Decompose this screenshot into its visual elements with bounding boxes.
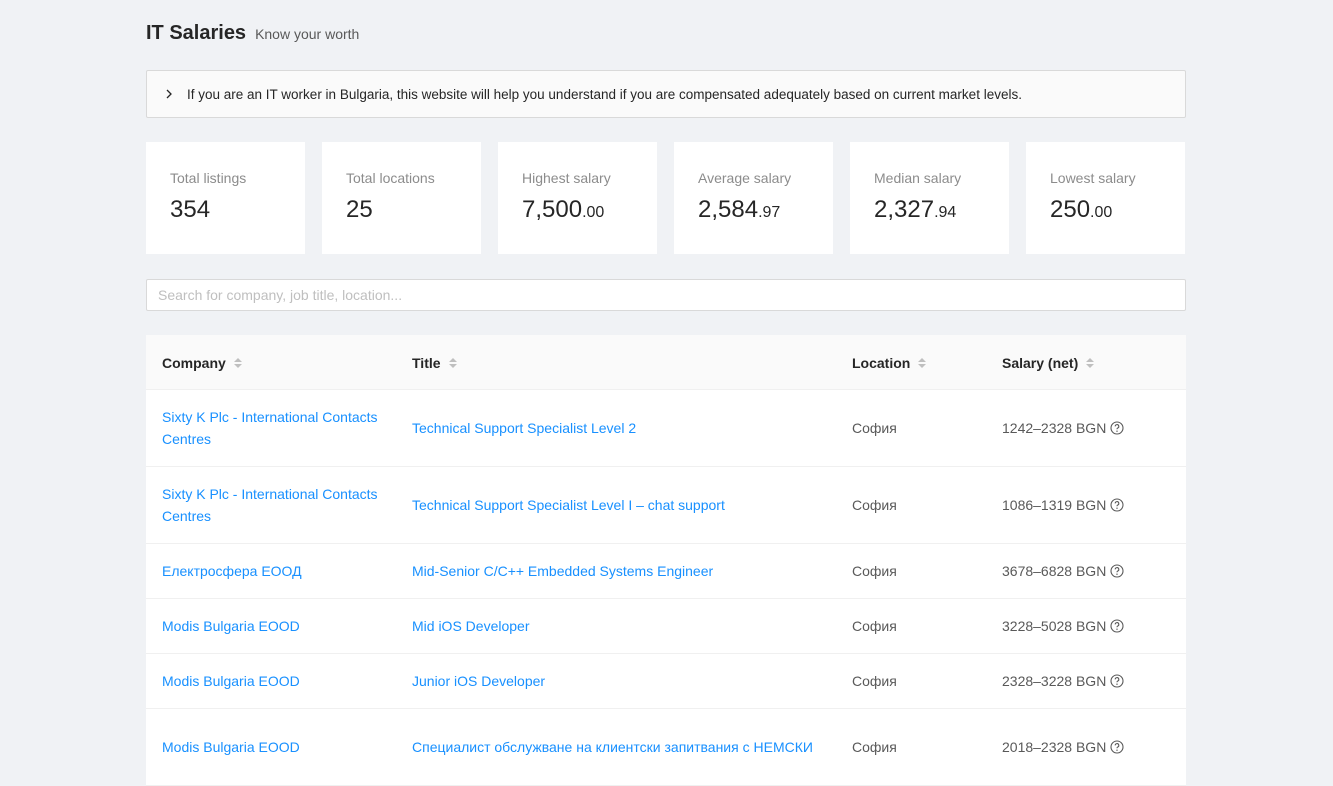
company-link[interactable]: Modis Bulgaria EOOD [162,736,300,758]
stat-label: Highest salary [522,170,611,186]
stat-value: 2,584.97 [698,196,781,223]
stat-value: 250.00 [1050,196,1113,223]
table-row: Sixty K Plc - International Contacts Cen… [146,390,1186,467]
question-circle-icon[interactable] [1110,674,1124,688]
column-header-salary[interactable]: Salary (net) [1002,335,1172,390]
table-row: Modis Bulgaria EOOD Специалист обслужван… [146,709,1186,786]
job-title-link[interactable]: Junior iOS Developer [412,670,545,692]
stat-label: Total listings [170,170,247,186]
salary-cell: 3228–5028 BGN [1002,599,1172,653]
stat-card-highest-salary: Highest salary 7,500.00 [498,142,657,254]
stat-label: Lowest salary [1050,170,1136,186]
stat-card-median-salary: Median salary 2,327.94 [850,142,1009,254]
stat-value: 2,327.94 [874,196,957,223]
info-text: If you are an IT worker in Bulgaria, thi… [187,86,1022,102]
location-cell: София [852,497,897,513]
sort-icon [1086,357,1095,368]
company-link[interactable]: Sixty K Plc - International Contacts Cen… [162,406,392,450]
column-header-title[interactable]: Title [412,335,832,390]
company-link[interactable]: Електросфера ЕООД [162,560,302,582]
job-title-link[interactable]: Mid iOS Developer [412,615,530,637]
sort-icon [233,357,242,368]
table-row: Sixty K Plc - International Contacts Cen… [146,467,1186,544]
search-input[interactable] [146,279,1186,311]
job-title-link[interactable]: Mid-Senior C/C++ Embedded Systems Engine… [412,560,713,582]
column-header-location[interactable]: Location [852,335,982,390]
table-row: Modis Bulgaria EOOD Junior iOS Developer… [146,654,1186,709]
location-cell: София [852,420,897,436]
salary-cell: 1242–2328 BGN [1002,390,1172,466]
table-row: Modis Bulgaria EOOD Mid iOS Developer Со… [146,599,1186,654]
salary-cell: 2328–3228 BGN [1002,654,1172,708]
job-title-link[interactable]: Technical Support Specialist Level I – c… [412,494,725,516]
stat-label: Median salary [874,170,962,186]
company-link[interactable]: Sixty K Plc - International Contacts Cen… [162,483,392,527]
stat-card-total-listings: Total listings 354 [146,142,305,254]
location-cell: София [852,739,897,755]
stat-card-lowest-salary: Lowest salary 250.00 [1026,142,1185,254]
sort-icon [918,357,927,368]
page-header: IT Salaries Know your worth [146,22,359,45]
stat-card-total-locations: Total locations 25 [322,142,481,254]
chevron-right-icon [163,88,175,100]
location-cell: София [852,618,897,634]
question-circle-icon[interactable] [1110,421,1124,435]
salary-cell: 1086–1319 BGN [1002,467,1172,543]
job-title-link[interactable]: Специалист обслужване на клиентски запит… [412,736,813,758]
page-subtitle: Know your worth [255,26,360,42]
question-circle-icon[interactable] [1110,498,1124,512]
column-header-company[interactable]: Company [162,335,392,390]
stat-label: Average salary [698,170,792,186]
table-row: Електросфера ЕООД Mid-Senior C/C++ Embed… [146,544,1186,599]
stat-card-average-salary: Average salary 2,584.97 [674,142,833,254]
stat-value: 354 [170,196,211,223]
question-circle-icon[interactable] [1110,740,1124,754]
question-circle-icon[interactable] [1110,619,1124,633]
stat-value: 7,500.00 [522,196,605,223]
stat-value: 25 [346,196,373,223]
salary-cell: 2018–2328 BGN [1002,709,1172,785]
company-link[interactable]: Modis Bulgaria EOOD [162,670,300,692]
stat-label: Total locations [346,170,435,186]
question-circle-icon[interactable] [1110,564,1124,578]
company-link[interactable]: Modis Bulgaria EOOD [162,615,300,637]
info-collapse-panel[interactable]: If you are an IT worker in Bulgaria, thi… [146,70,1186,118]
page-title: IT Salaries [146,22,247,44]
salary-cell: 3678–6828 BGN [1002,544,1172,598]
salaries-table: Company Title Location Salary (net) Sixt… [146,335,1186,786]
sort-icon [448,357,457,368]
stats-row: Total listings 354 Total locations 25 Hi… [146,142,1186,254]
location-cell: София [852,563,897,579]
table-header: Company Title Location Salary (net) [146,335,1186,390]
job-title-link[interactable]: Technical Support Specialist Level 2 [412,417,636,439]
location-cell: София [852,673,897,689]
